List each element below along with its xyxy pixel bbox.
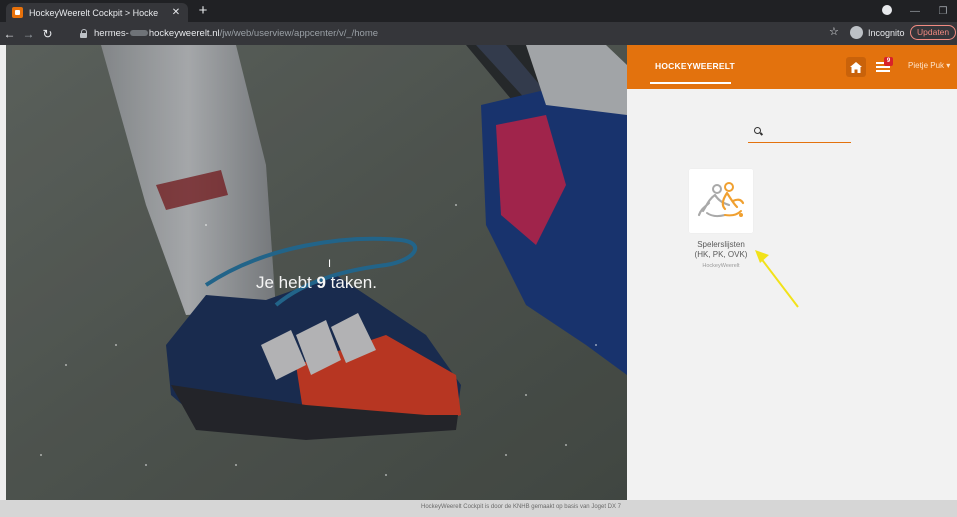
tasks-button[interactable]: 9 <box>873 56 895 78</box>
address-bar[interactable]: hermes-hockeyweerelt.nl/jw/web/userview/… <box>80 25 850 42</box>
tab-title: HockeyWeerelt Cockpit > Hocke <box>29 7 159 18</box>
favicon-icon <box>12 7 23 18</box>
url-text: hermes-hockeyweerelt.nl/jw/web/userview/… <box>94 28 379 39</box>
hockey-players-icon <box>697 182 745 218</box>
task-count: 9 <box>316 273 326 292</box>
reload-icon[interactable]: ↻ <box>38 27 57 41</box>
lock-icon[interactable] <box>80 29 88 38</box>
app-search <box>748 125 851 143</box>
update-button[interactable]: Updaten <box>910 25 957 40</box>
browser-tab[interactable]: HockeyWeerelt Cockpit > Hocke ✕ <box>6 3 188 22</box>
tab-close-icon[interactable]: ✕ <box>170 7 182 18</box>
window-controls: — ❐ <box>873 0 957 22</box>
incognito-indicator[interactable]: Incognito <box>850 26 905 39</box>
home-icon <box>850 61 862 73</box>
active-tab-indicator <box>650 82 731 84</box>
search-input[interactable] <box>764 125 848 140</box>
app-name-line: Spelerslijsten <box>697 240 745 249</box>
app-tile-spelerslijsten[interactable] <box>689 169 753 233</box>
task-badge: 9 <box>884 57 893 66</box>
back-arrow-icon[interactable]: ← <box>0 27 19 41</box>
new-tab-button[interactable]: + <box>194 3 212 19</box>
search-icon <box>754 127 762 135</box>
home-button[interactable] <box>846 57 866 77</box>
incognito-icon <box>850 26 863 39</box>
maximize-icon[interactable]: ❐ <box>929 6 957 17</box>
brand-tab[interactable]: HOCKEYWEERELT <box>655 61 735 71</box>
app-title[interactable]: Spelerslijsten (HK, PK, OVK) <box>671 240 771 260</box>
page: I Je hebt 9 taken. HOCKEYWEERELT 9 Pietj… <box>0 45 957 517</box>
browser-tab-strip: HockeyWeerelt Cockpit > Hocke ✕ + — ❐ <box>0 0 957 22</box>
star-icon[interactable]: ☆ <box>829 25 839 38</box>
app-header: HOCKEYWEERELT 9 Pietje Puk ▾ <box>627 45 957 89</box>
hero-banner: I Je hebt 9 taken. <box>6 45 627 500</box>
page-footer: HockeyWeerelt Cockpit is door de KNHB ge… <box>0 500 957 517</box>
profile-icon[interactable] <box>873 4 901 18</box>
text-cursor-icon: I <box>328 258 332 270</box>
incognito-label: Incognito <box>868 27 905 38</box>
annotation-arrow <box>755 250 799 308</box>
app-center-panel: HOCKEYWEERELT 9 Pietje Puk ▾ Spelerslijs… <box>627 45 957 500</box>
task-count-message[interactable]: Je hebt 9 taken. <box>6 273 627 293</box>
app-subtitle-line: (HK, PK, OVK) <box>694 250 748 259</box>
footer-text: HockeyWeerelt Cockpit is door de KNHB ge… <box>421 504 621 510</box>
user-menu[interactable]: Pietje Puk ▾ <box>908 61 950 70</box>
app-publisher: HockeyWeerelt <box>702 263 740 269</box>
forward-arrow-icon[interactable]: → <box>19 27 38 41</box>
minimize-icon[interactable]: — <box>901 6 929 17</box>
